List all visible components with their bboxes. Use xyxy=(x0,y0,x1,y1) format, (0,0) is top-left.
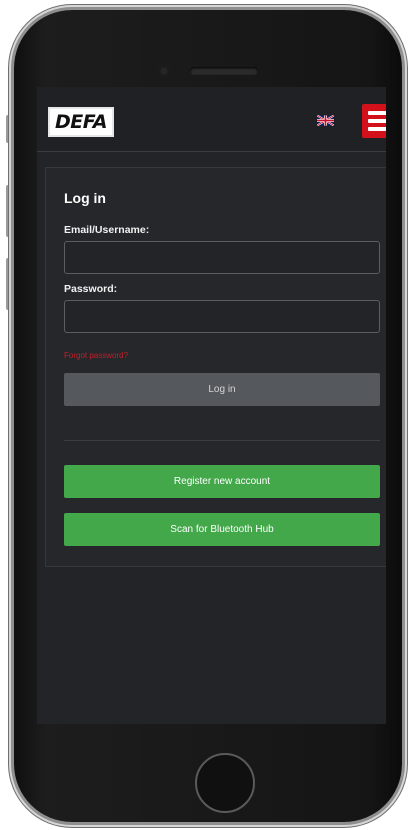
email-field[interactable] xyxy=(64,241,380,274)
front-camera xyxy=(159,66,169,76)
phone-side-button-volume-up xyxy=(6,185,12,237)
login-panel: Log in Email/Username: Password: Forgot … xyxy=(45,167,386,567)
password-label: Password: xyxy=(64,283,118,295)
logo-text: DEFA xyxy=(55,110,108,133)
hamburger-menu-icon[interactable] xyxy=(362,104,386,138)
divider xyxy=(64,440,380,441)
login-button[interactable]: Log in xyxy=(64,373,380,406)
defa-logo[interactable]: DEFA xyxy=(48,107,114,137)
login-title: Log in xyxy=(64,190,106,206)
scan-bluetooth-hub-button[interactable]: Scan for Bluetooth Hub xyxy=(64,513,380,546)
forgot-password-link[interactable]: Forgot password? xyxy=(64,351,128,360)
app-header: DEFA xyxy=(37,87,386,152)
register-account-button[interactable]: Register new account xyxy=(64,465,380,498)
email-label: Email/Username: xyxy=(64,224,150,236)
stage: DEFA Log in Email/Username: Password: Fo… xyxy=(0,0,411,830)
phone-side-button-mute xyxy=(6,115,12,143)
password-field[interactable] xyxy=(64,300,380,333)
menu-bar xyxy=(368,111,386,115)
phone-side-button-volume-down xyxy=(6,258,12,310)
uk-flag-icon[interactable] xyxy=(317,115,334,126)
app-screen: DEFA Log in Email/Username: Password: Fo… xyxy=(37,87,386,724)
menu-bar xyxy=(368,119,386,123)
menu-bar xyxy=(368,127,386,131)
home-button[interactable] xyxy=(195,753,255,813)
earpiece-speaker xyxy=(190,67,258,75)
